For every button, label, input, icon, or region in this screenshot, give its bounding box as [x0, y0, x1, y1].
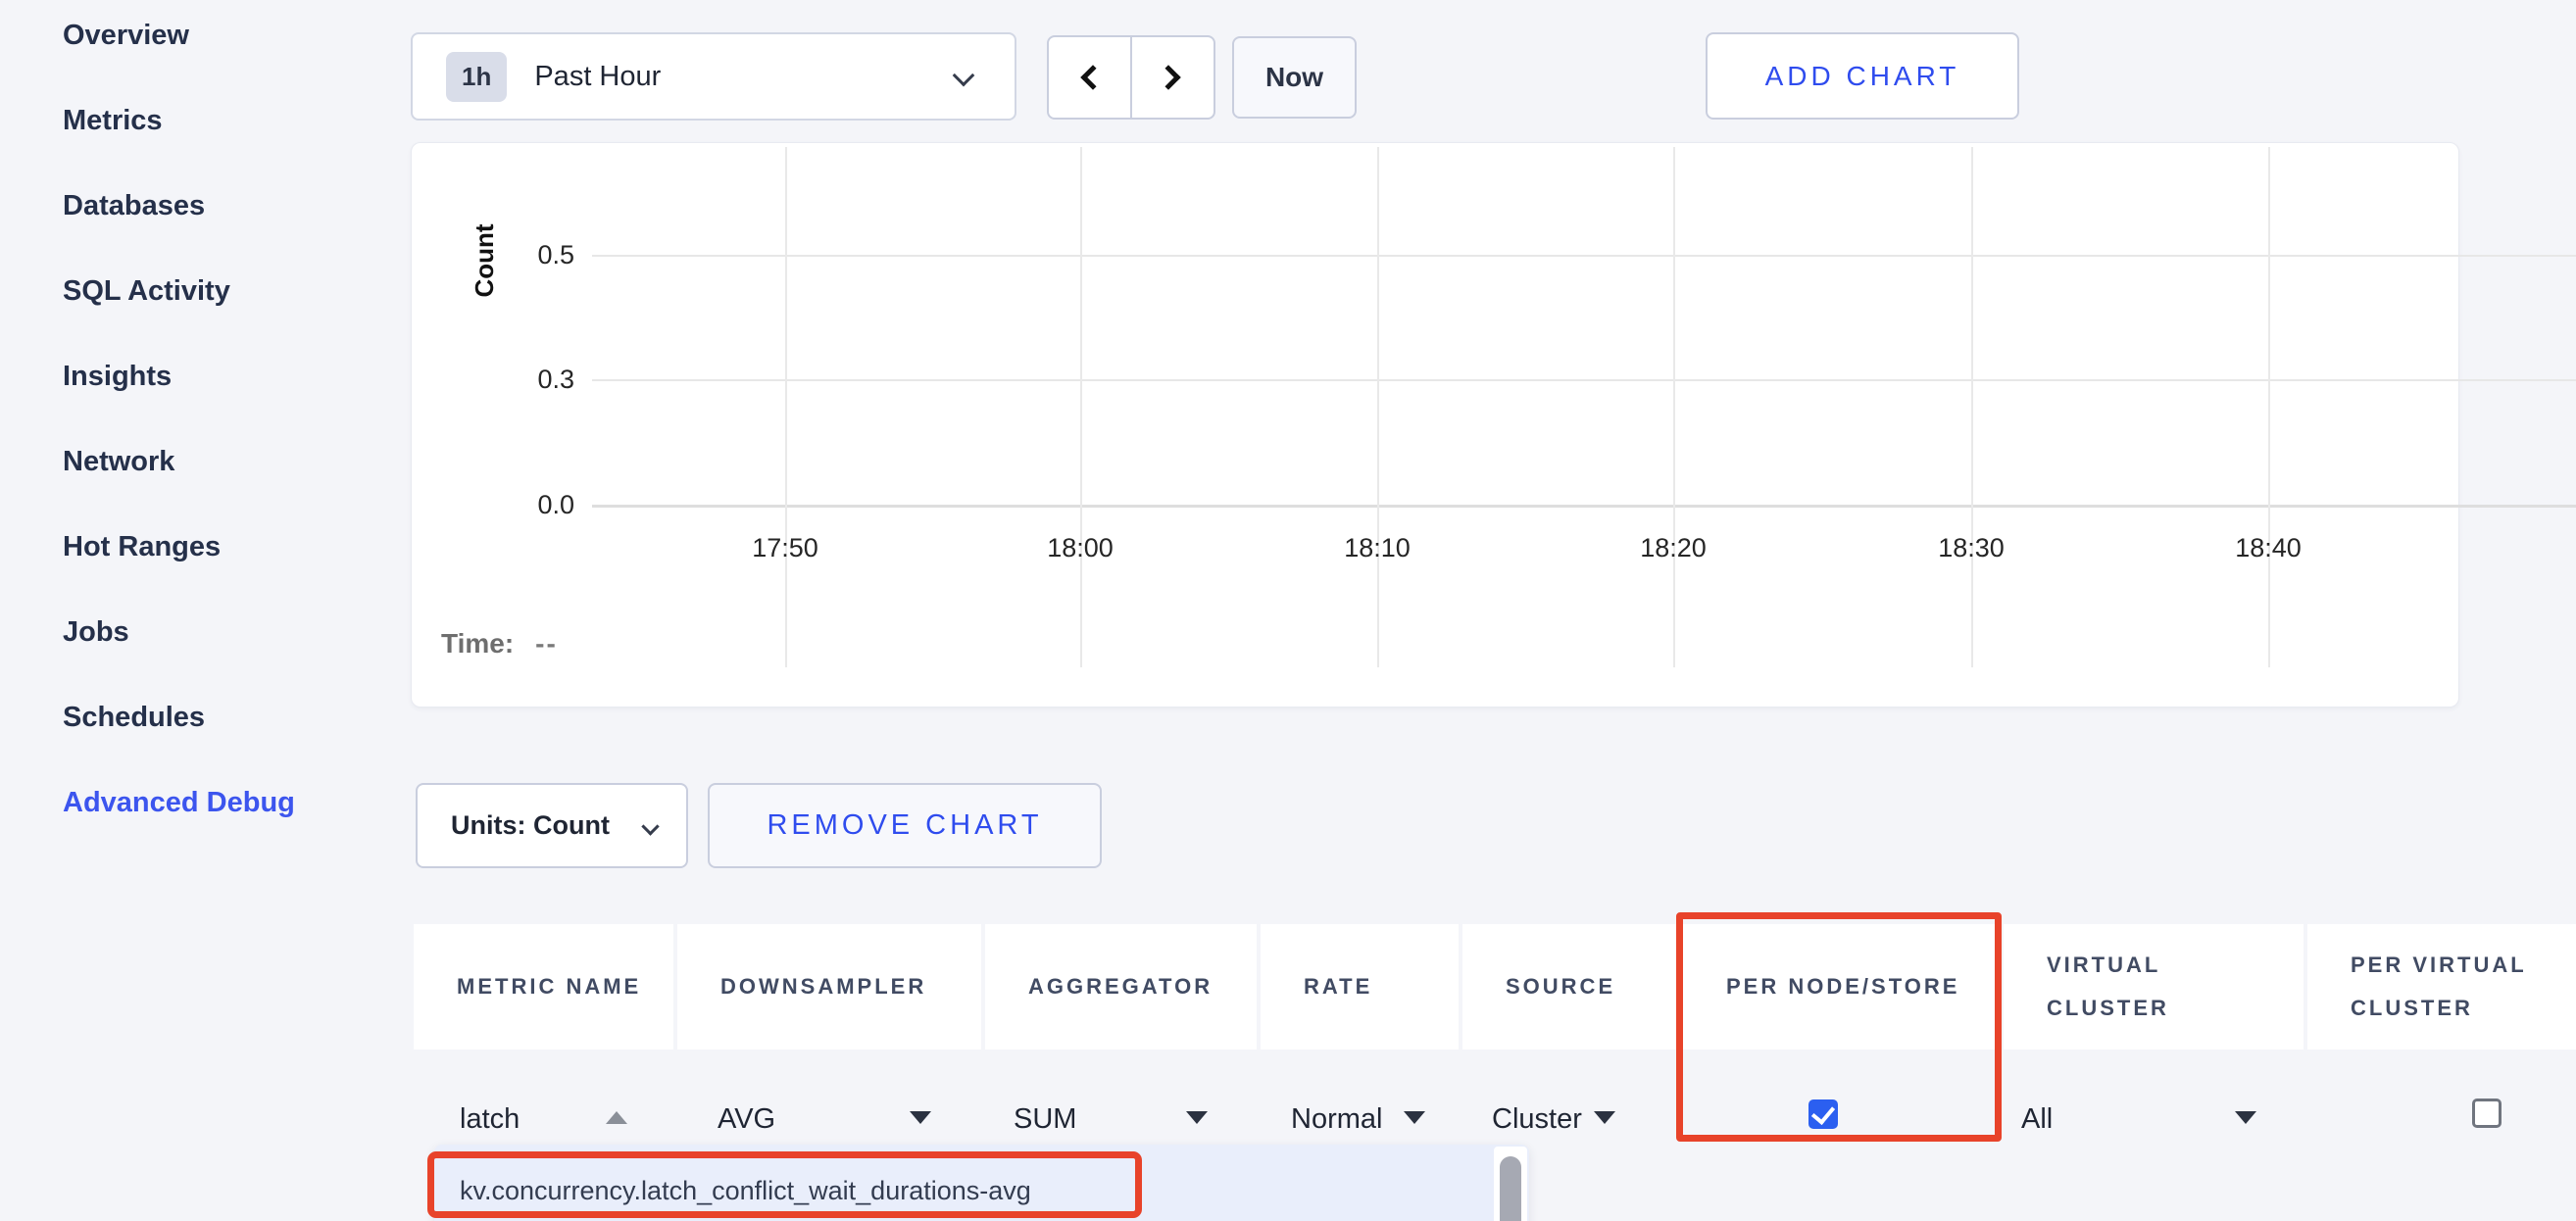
chevron-left-icon — [1080, 65, 1105, 89]
next-time-window-button[interactable] — [1132, 37, 1214, 118]
advanced-debug-custom-chart-page: Overview Metrics Databases SQL Activity … — [0, 0, 2576, 1221]
gridline-y-0.3 — [592, 379, 2576, 381]
remove-chart-button[interactable]: REMOVE CHART — [708, 783, 1102, 868]
gridline-x-1840 — [2268, 147, 2270, 667]
time-range-badge: 1h — [446, 52, 507, 102]
y-tick-label: 0.3 — [490, 365, 574, 395]
gridline-x-1810 — [1377, 147, 1379, 667]
y-tick-label: 0.5 — [490, 240, 574, 270]
units-select[interactable]: Units: Count — [416, 783, 688, 868]
metric-name-dropdown-open-icon[interactable] — [606, 1111, 627, 1124]
column-header-source: SOURCE — [1462, 924, 1679, 1050]
column-header-rate: RATE — [1261, 924, 1459, 1050]
sidebar-item-metrics[interactable]: Metrics — [63, 105, 357, 190]
x-axis-line — [592, 505, 2576, 508]
sidebar-item-sql-activity[interactable]: SQL Activity — [63, 275, 357, 361]
column-header-downsampler: DOWNSAMPLER — [677, 924, 981, 1050]
gridline-x-1820 — [1673, 147, 1675, 667]
column-header-per-node-store: PER NODE/STORE — [1683, 924, 2000, 1050]
chevron-right-icon — [1156, 65, 1180, 89]
chevron-down-icon — [953, 65, 975, 87]
column-header-aggregator: AGGREGATOR — [985, 924, 1257, 1050]
sidebar-item-jobs[interactable]: Jobs — [63, 616, 357, 702]
gridline-x-1830 — [1971, 147, 1973, 667]
sidebar-item-schedules[interactable]: Schedules — [63, 702, 357, 787]
now-button[interactable]: Now — [1232, 36, 1357, 119]
metric-suggestion-item[interactable]: kv.concurrency.latch_conflict_wait_durat… — [460, 1164, 1479, 1217]
gridline-x-1800 — [1080, 147, 1082, 667]
metric-name-input[interactable]: latch — [460, 1103, 520, 1136]
column-header-per-virtual-cluster: PER VIRTUAL CLUSTER — [2307, 924, 2576, 1050]
aggregator-dropdown-icon[interactable] — [1186, 1111, 1208, 1124]
x-tick-label: 18:30 — [1903, 533, 2040, 563]
units-select-label: Units: Count — [451, 810, 610, 841]
metric-suggestions-dropdown: kv.concurrency.latch_conflict_wait_durat… — [434, 1145, 1529, 1221]
source-select[interactable]: Cluster — [1492, 1103, 1582, 1136]
dropdown-scrollbar-thumb[interactable] — [1500, 1156, 1521, 1221]
column-header-virtual-cluster: VIRTUAL CLUSTER — [2004, 924, 2304, 1050]
x-tick-label: 18:10 — [1309, 533, 1446, 563]
gridline-x-1750 — [785, 147, 787, 667]
time-readout-label: Time: — [441, 628, 514, 659]
downsampler-select[interactable]: AVG — [718, 1103, 775, 1136]
x-tick-label: 18:20 — [1605, 533, 1742, 563]
prev-time-window-button[interactable] — [1049, 37, 1132, 118]
virtual-cluster-dropdown-icon[interactable] — [2235, 1111, 2256, 1124]
downsampler-dropdown-icon[interactable] — [910, 1111, 931, 1124]
x-tick-label: 18:00 — [1012, 533, 1149, 563]
x-tick-label: 18:40 — [2200, 533, 2337, 563]
per-node-store-checkbox[interactable] — [1808, 1099, 1838, 1129]
chevron-down-icon — [641, 817, 659, 835]
time-window-arrows — [1047, 35, 1215, 120]
per-virtual-cluster-checkbox[interactable] — [2472, 1099, 2502, 1128]
time-range-label: Past Hour — [534, 61, 661, 93]
sidebar-item-insights[interactable]: Insights — [63, 361, 357, 446]
dropdown-scrollbar-track[interactable] — [1494, 1147, 1527, 1221]
x-tick-label: 17:50 — [717, 533, 854, 563]
sidebar-nav: Overview Metrics Databases SQL Activity … — [63, 20, 357, 872]
sidebar-item-hot-ranges[interactable]: Hot Ranges — [63, 531, 357, 616]
aggregator-select[interactable]: SUM — [1014, 1103, 1076, 1136]
sidebar-item-advanced-debug[interactable]: Advanced Debug — [63, 787, 357, 872]
time-range-select[interactable]: 1h Past Hour — [411, 32, 1016, 121]
sidebar-item-network[interactable]: Network — [63, 446, 357, 531]
rate-select[interactable]: Normal — [1291, 1103, 1382, 1136]
custom-chart-panel: Count 0.5 0.3 0.0 17:50 18:00 18:10 18:2… — [411, 142, 2459, 708]
sidebar-item-databases[interactable]: Databases — [63, 190, 357, 275]
column-header-metric-name: METRIC NAME — [414, 924, 673, 1050]
source-dropdown-icon[interactable] — [1594, 1111, 1615, 1124]
gridline-y-0.5 — [592, 255, 2576, 257]
time-readout-value: -- — [535, 628, 558, 659]
y-tick-label: 0.0 — [490, 490, 574, 520]
sidebar-item-overview[interactable]: Overview — [63, 20, 357, 105]
hover-time-readout: Time: -- — [441, 628, 558, 659]
rate-dropdown-icon[interactable] — [1404, 1111, 1425, 1124]
add-chart-button[interactable]: ADD CHART — [1706, 32, 2019, 120]
virtual-cluster-select[interactable]: All — [2021, 1103, 2053, 1136]
